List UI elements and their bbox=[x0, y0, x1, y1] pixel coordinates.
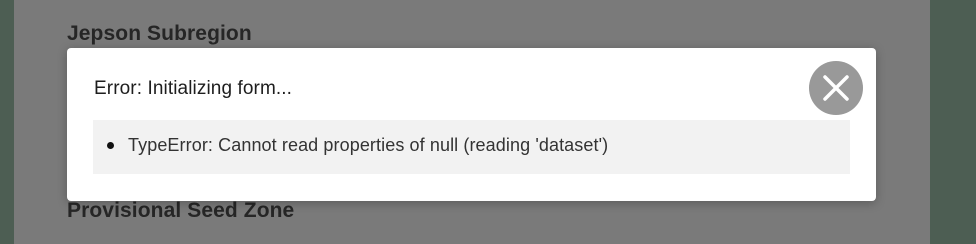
field-heading-provisional-seed-zone: Provisional Seed Zone bbox=[67, 199, 295, 222]
close-button[interactable] bbox=[809, 61, 863, 115]
bullet-icon bbox=[107, 142, 114, 149]
close-icon bbox=[821, 73, 851, 103]
error-message: TypeError: Cannot read properties of nul… bbox=[128, 135, 609, 155]
error-list-item: TypeError: Cannot read properties of nul… bbox=[107, 135, 608, 156]
error-dialog: Error: Initializing form... TypeError: C… bbox=[67, 48, 876, 201]
dialog-title: Error: Initializing form... bbox=[94, 78, 293, 99]
error-list: TypeError: Cannot read properties of nul… bbox=[93, 120, 850, 174]
field-heading-jepson-subregion: Jepson Subregion bbox=[67, 22, 252, 45]
